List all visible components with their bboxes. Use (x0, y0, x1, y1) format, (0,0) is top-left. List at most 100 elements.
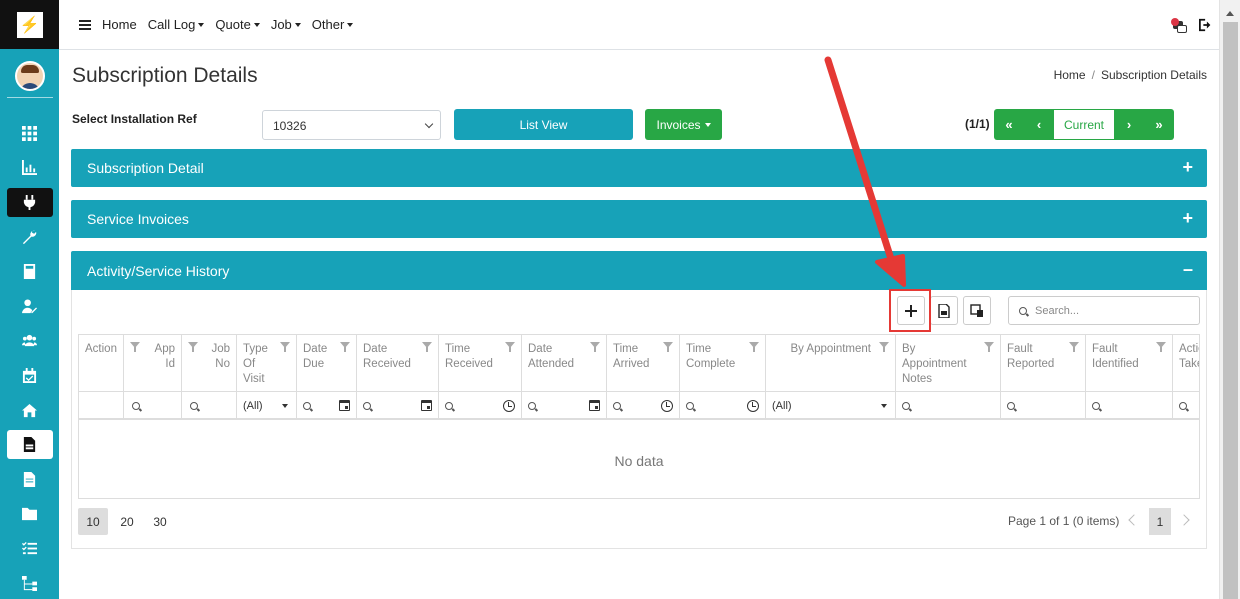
menu-toggle-icon[interactable] (79, 19, 91, 30)
installation-ref-select[interactable]: 10326 (262, 110, 441, 140)
column-header-time-complete[interactable]: Time Complete (680, 335, 766, 392)
clock-icon[interactable] (747, 400, 759, 412)
sidebar-item-folders[interactable] (0, 497, 59, 532)
expand-icon[interactable]: + (1182, 209, 1193, 227)
filter-icon[interactable] (590, 342, 600, 352)
next-record-button[interactable]: › (1114, 109, 1144, 140)
column-chooser-button[interactable] (963, 296, 991, 325)
calendar-icon[interactable] (589, 400, 600, 411)
filter-cell-date-due[interactable] (297, 392, 357, 420)
sidebar-item-subscriptions[interactable] (0, 185, 59, 220)
first-record-button[interactable]: « (994, 109, 1024, 140)
filter-cell-time-arrived[interactable] (607, 392, 680, 420)
activity-history-panel-header[interactable]: Activity/Service History – (71, 251, 1207, 290)
filter-cell-action-taken[interactable] (1173, 392, 1199, 420)
avatar[interactable] (14, 61, 45, 91)
filter-icon[interactable] (130, 342, 140, 352)
service-invoices-panel-header[interactable]: Service Invoices + (71, 200, 1207, 238)
search-icon (528, 402, 536, 410)
nav-call-log[interactable]: Call Log (148, 17, 205, 32)
column-header-fault-identified[interactable]: Fault Identified (1086, 335, 1173, 392)
column-header-type-of-visit[interactable]: Type Of Visit (237, 335, 297, 392)
filter-icon[interactable] (188, 342, 198, 352)
calendar-icon[interactable] (421, 400, 432, 411)
page-scrollbar[interactable] (1219, 0, 1240, 599)
sidebar-item-tasks[interactable] (0, 531, 59, 566)
sidebar-item-user-edit[interactable] (0, 289, 59, 324)
current-record-button[interactable]: Current (1054, 109, 1114, 140)
filter-icon[interactable] (422, 342, 432, 352)
filter-icon[interactable] (505, 342, 515, 352)
filter-icon[interactable] (663, 342, 673, 352)
nav-other[interactable]: Other (312, 17, 354, 32)
nav-quote[interactable]: Quote (215, 17, 260, 32)
nav-home[interactable]: Home (102, 17, 137, 32)
export-excel-button[interactable] (930, 296, 958, 325)
scroll-up-icon[interactable] (1226, 11, 1234, 16)
filter-icon[interactable] (1069, 342, 1079, 352)
filter-cell-fault-reported[interactable] (1001, 392, 1086, 420)
sidebar-item-calculator[interactable] (0, 254, 59, 289)
sidebar-item-invoices[interactable] (0, 427, 59, 462)
column-header-date-due[interactable]: Date Due (297, 335, 357, 392)
page-size-30[interactable]: 30 (145, 508, 175, 535)
filter-icon[interactable] (1156, 342, 1166, 352)
collapse-icon[interactable]: – (1183, 260, 1193, 278)
invoices-dropdown-button[interactable]: Invoices (645, 109, 722, 140)
filter-cell-by-appointment-notes[interactable] (896, 392, 1001, 420)
sidebar-item-dashboard[interactable] (0, 116, 59, 151)
expand-icon[interactable]: + (1182, 158, 1193, 176)
filter-cell-time-received[interactable] (439, 392, 522, 420)
sidebar-item-tools[interactable] (0, 220, 59, 255)
column-header-app-id[interactable]: App Id (124, 335, 182, 392)
filter-cell-job-no[interactable] (182, 392, 237, 420)
column-header-time-received[interactable]: Time Received (439, 335, 522, 392)
filter-cell-by-appointment[interactable]: (All) (766, 392, 896, 420)
filter-icon[interactable] (879, 342, 889, 352)
page-size-20[interactable]: 20 (112, 508, 142, 535)
column-header-date-attended[interactable]: Date Attended (522, 335, 607, 392)
calendar-icon[interactable] (339, 400, 350, 411)
nav-home-label: Home (102, 17, 137, 32)
sidebar-item-reports[interactable] (0, 151, 59, 186)
filter-icon[interactable] (984, 342, 994, 352)
sidebar-item-home[interactable] (0, 393, 59, 428)
column-header-fault-reported[interactable]: Fault Reported (1001, 335, 1086, 392)
breadcrumb-home[interactable]: Home (1054, 68, 1086, 82)
clock-icon[interactable] (503, 400, 515, 412)
filter-icon[interactable] (340, 342, 350, 352)
page-size-10[interactable]: 10 (78, 508, 108, 535)
sidebar-item-documents[interactable] (0, 462, 59, 497)
subscription-detail-panel-header[interactable]: Subscription Detail + (71, 149, 1207, 187)
last-record-button[interactable]: » (1144, 109, 1174, 140)
column-header-action[interactable]: Action (79, 335, 124, 392)
previous-record-button[interactable]: ‹ (1024, 109, 1054, 140)
column-header-by-appointment-notes[interactable]: By Appointment Notes (896, 335, 1001, 392)
filter-cell-type-of-visit[interactable]: (All) (237, 392, 297, 420)
filter-cell-date-attended[interactable] (522, 392, 607, 420)
filter-cell-app-id[interactable] (124, 392, 182, 420)
column-header-time-arrived[interactable]: Time Arrived (607, 335, 680, 392)
app-logo[interactable]: ⚡ (0, 0, 59, 49)
nav-job[interactable]: Job (271, 17, 301, 32)
list-view-button[interactable]: List View (454, 109, 633, 140)
breadcrumb: Home / Subscription Details (1054, 68, 1207, 82)
filter-cell-time-complete[interactable] (680, 392, 766, 420)
column-header-action-taken[interactable]: Action Taken (1173, 335, 1199, 392)
sidebar-item-hierarchy[interactable] (0, 566, 59, 599)
sign-out-icon[interactable] (1199, 18, 1213, 35)
column-header-job-no[interactable]: Job No (182, 335, 237, 392)
grid-search-input[interactable]: Search... (1008, 296, 1200, 325)
filter-cell-fault-identified[interactable] (1086, 392, 1173, 420)
column-header-date-received[interactable]: Date Received (357, 335, 439, 392)
grid-page-1[interactable]: 1 (1149, 508, 1171, 535)
column-header-by-appointment[interactable]: By Appointment (766, 335, 896, 392)
filter-icon[interactable] (280, 342, 290, 352)
sidebar-item-users[interactable] (0, 324, 59, 359)
filter-icon[interactable] (749, 342, 759, 352)
sidebar-item-calendar[interactable] (0, 358, 59, 393)
filter-cell-date-received[interactable] (357, 392, 439, 420)
notifications-chat-icon[interactable] (1171, 17, 1187, 33)
clock-icon[interactable] (661, 400, 673, 412)
scrollbar-thumb[interactable] (1223, 22, 1238, 599)
